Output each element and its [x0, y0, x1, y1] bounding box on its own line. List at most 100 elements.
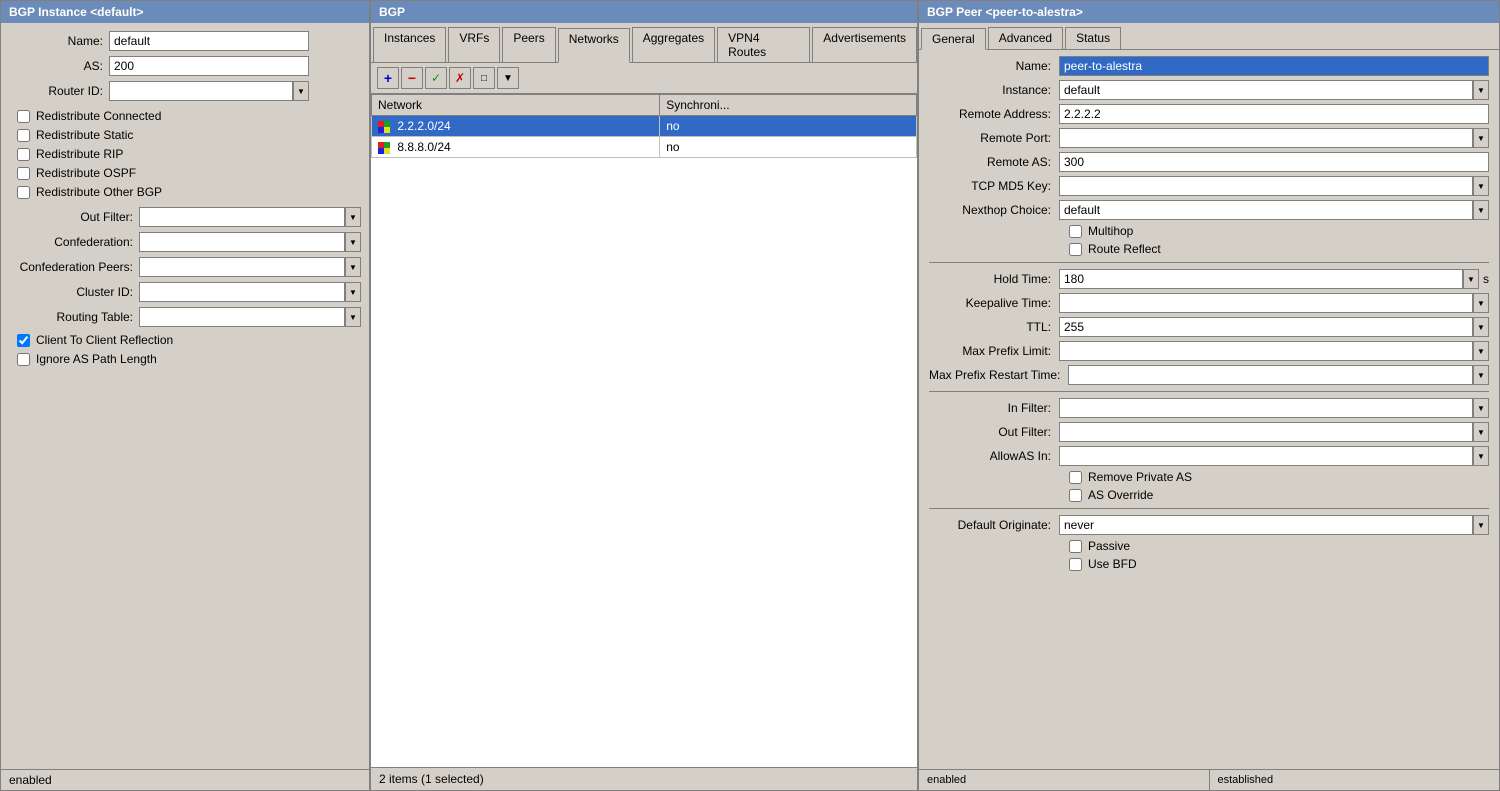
confederation-input[interactable]: [139, 232, 345, 252]
as-input[interactable]: [109, 56, 309, 76]
default-originate-arrow[interactable]: ▼: [1473, 515, 1489, 535]
use-bfd-checkbox[interactable]: [1069, 558, 1082, 571]
remote-address-input[interactable]: [1059, 104, 1489, 124]
ttl-input[interactable]: [1059, 317, 1473, 337]
tcp-md5-input[interactable]: [1059, 176, 1473, 196]
hold-time-arrow[interactable]: ▼: [1463, 269, 1479, 289]
c2c-row: Client To Client Reflection: [9, 333, 361, 347]
copy-button[interactable]: □: [473, 67, 495, 89]
filter-button[interactable]: ▼: [497, 67, 519, 89]
col-network[interactable]: Network: [372, 95, 660, 116]
max-prefix-restart-input[interactable]: [1068, 365, 1473, 385]
left-form-body: Name: AS: Router ID: ▼ Redistribute Conn…: [1, 23, 369, 769]
remove-private-checkbox[interactable]: [1069, 471, 1082, 484]
right-panel-title: BGP Peer <peer-to-alestra>: [919, 1, 1499, 23]
cancel-button[interactable]: ✗: [449, 67, 471, 89]
out-filter-input[interactable]: [139, 207, 345, 227]
as-override-checkbox[interactable]: [1069, 489, 1082, 502]
routerid-input[interactable]: [109, 81, 293, 101]
tab-aggregates[interactable]: Aggregates: [632, 27, 715, 62]
tab-vpn4[interactable]: VPN4 Routes: [717, 27, 810, 62]
remote-as-input[interactable]: [1059, 152, 1489, 172]
nexthop-arrow[interactable]: ▼: [1473, 200, 1489, 220]
out-filter-right-arrow[interactable]: ▼: [1473, 422, 1489, 442]
peer-name-input[interactable]: [1059, 56, 1489, 76]
remote-address-label: Remote Address:: [929, 107, 1059, 121]
redist-checkboxes: Redistribute Connected Redistribute Stat…: [9, 109, 361, 199]
instance-input[interactable]: [1059, 80, 1473, 100]
instance-label: Instance:: [929, 83, 1059, 97]
out-filter-right-input[interactable]: [1059, 422, 1473, 442]
right-panel: BGP Peer <peer-to-alestra> General Advan…: [918, 0, 1500, 791]
redist-ospf-checkbox[interactable]: [17, 167, 30, 180]
right-status-right: established: [1210, 770, 1500, 790]
passive-checkbox[interactable]: [1069, 540, 1082, 553]
tab-vrfs[interactable]: VRFs: [448, 27, 500, 62]
col-sync[interactable]: Synchroni...: [660, 95, 917, 116]
allowas-label: AllowAS In:: [929, 449, 1059, 463]
confederation-peers-arrow[interactable]: ▼: [345, 257, 361, 277]
in-filter-arrow[interactable]: ▼: [1473, 398, 1489, 418]
cluster-id-arrow[interactable]: ▼: [345, 282, 361, 302]
c2c-checkbox[interactable]: [17, 334, 30, 347]
confederation-peers-input[interactable]: [139, 257, 345, 277]
redist-conn-label: Redistribute Connected: [36, 109, 161, 123]
keepalive-input[interactable]: [1059, 293, 1473, 313]
ttl-arrow[interactable]: ▼: [1473, 317, 1489, 337]
redist-conn-checkbox[interactable]: [17, 110, 30, 123]
redist-static-checkbox[interactable]: [17, 129, 30, 142]
network-cell: 2.2.2.0/24: [372, 116, 660, 137]
nexthop-row: Nexthop Choice: ▼: [929, 200, 1489, 220]
route-reflect-checkbox[interactable]: [1069, 243, 1082, 256]
divider1: [929, 262, 1489, 263]
tab-general[interactable]: General: [921, 28, 986, 50]
instance-row: Instance: ▼: [929, 80, 1489, 100]
add-button[interactable]: +: [377, 67, 399, 89]
allowas-arrow[interactable]: ▼: [1473, 446, 1489, 466]
allowas-input[interactable]: [1059, 446, 1473, 466]
multihop-checkbox[interactable]: [1069, 225, 1082, 238]
tab-advanced[interactable]: Advanced: [988, 27, 1063, 49]
max-prefix-arrow[interactable]: ▼: [1473, 341, 1489, 361]
redist-bgp-checkbox[interactable]: [17, 186, 30, 199]
routing-table-arrow[interactable]: ▼: [345, 307, 361, 327]
in-filter-wrap: ▼: [1059, 398, 1489, 418]
cluster-id-input[interactable]: [139, 282, 345, 302]
apply-button[interactable]: ✓: [425, 67, 447, 89]
routing-table-wrap: ▼: [139, 307, 361, 327]
max-prefix-input[interactable]: [1059, 341, 1473, 361]
hold-time-input[interactable]: [1059, 269, 1463, 289]
ignore-as-checkbox[interactable]: [17, 353, 30, 366]
routerid-arrow[interactable]: ▼: [293, 81, 309, 101]
keepalive-row: Keepalive Time: ▼: [929, 293, 1489, 313]
table-row[interactable]: 8.8.8.0/24 no: [372, 137, 917, 158]
mid-panel: BGP Instances VRFs Peers Networks Aggreg…: [370, 0, 918, 791]
routing-table-input[interactable]: [139, 307, 345, 327]
in-filter-input[interactable]: [1059, 398, 1473, 418]
tab-instances[interactable]: Instances: [373, 27, 446, 62]
routerid-label: Router ID:: [9, 84, 109, 98]
tab-peers[interactable]: Peers: [502, 27, 555, 62]
remove-button[interactable]: −: [401, 67, 423, 89]
in-filter-label: In Filter:: [929, 401, 1059, 415]
max-prefix-restart-arrow[interactable]: ▼: [1473, 365, 1489, 385]
confederation-peers-label: Confederation Peers:: [9, 260, 139, 274]
remote-port-arrow[interactable]: ▼: [1473, 128, 1489, 148]
out-filter-arrow[interactable]: ▼: [345, 207, 361, 227]
default-originate-input[interactable]: [1059, 515, 1473, 535]
redist-rip-checkbox[interactable]: [17, 148, 30, 161]
name-input[interactable]: [109, 31, 309, 51]
keepalive-arrow[interactable]: ▼: [1473, 293, 1489, 313]
tab-advertisements[interactable]: Advertisements: [812, 27, 917, 62]
remote-port-label: Remote Port:: [929, 131, 1059, 145]
tab-status[interactable]: Status: [1065, 27, 1121, 49]
remote-port-input[interactable]: [1059, 128, 1473, 148]
out-filter-row: Out Filter: ▼: [9, 207, 361, 227]
table-row[interactable]: 2.2.2.0/24 no: [372, 116, 917, 137]
instance-arrow[interactable]: ▼: [1473, 80, 1489, 100]
confederation-arrow[interactable]: ▼: [345, 232, 361, 252]
ttl-row: TTL: ▼: [929, 317, 1489, 337]
tcp-md5-arrow[interactable]: ▼: [1473, 176, 1489, 196]
nexthop-input[interactable]: [1059, 200, 1473, 220]
tab-networks[interactable]: Networks: [558, 28, 630, 63]
